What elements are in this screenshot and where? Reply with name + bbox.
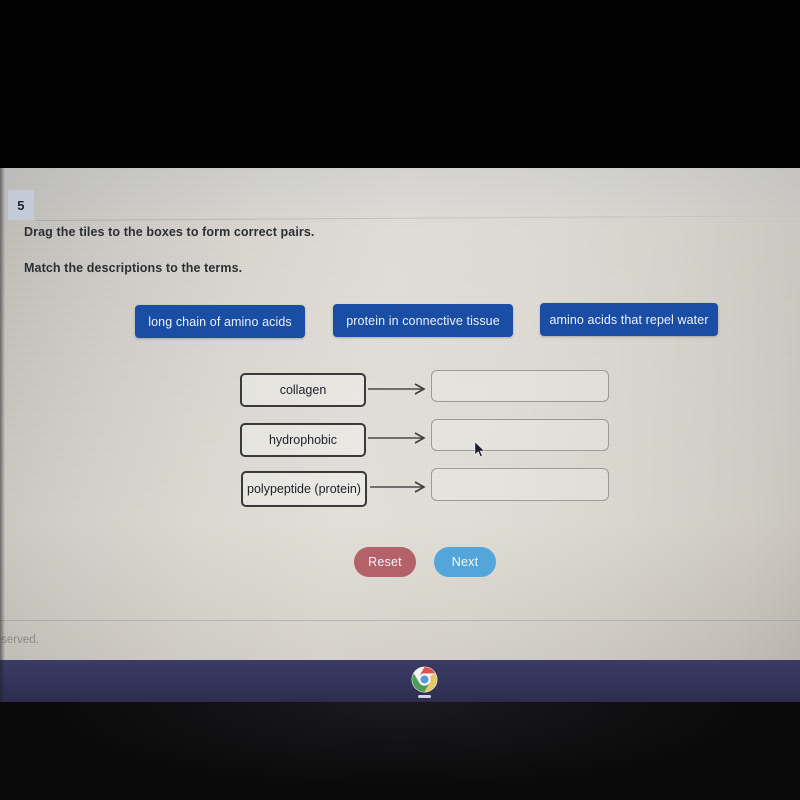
footer-divider (0, 620, 800, 621)
arrow-right-icon (370, 481, 432, 493)
reset-button[interactable]: Reset (354, 547, 416, 577)
photo-top-letterbox (0, 0, 800, 168)
instruction-match-descriptions: Match the descriptions to the terms. (24, 261, 243, 275)
mouse-cursor-icon (474, 441, 486, 459)
drop-zone-collagen[interactable] (431, 370, 609, 402)
chrome-running-indicator (418, 695, 431, 698)
term-box-collagen: collagen (240, 373, 366, 407)
question-number-badge: 5 (8, 190, 34, 220)
instruction-drag-tiles: Drag the tiles to the boxes to form corr… (24, 225, 315, 239)
drop-zone-hydrophobic[interactable] (431, 419, 609, 451)
laptop-screen: 5 Drag the tiles to the boxes to form co… (0, 168, 800, 660)
draggable-tile-2[interactable]: protein in connective tissue (333, 304, 513, 337)
chrome-icon[interactable] (411, 666, 438, 693)
quiz-page: 5 Drag the tiles to the boxes to form co… (0, 168, 800, 660)
drop-zone-polypeptide[interactable] (431, 468, 609, 501)
photo-bottom-letterbox (0, 702, 800, 800)
photograph-of-laptop-screen: 5 Drag the tiles to the boxes to form co… (0, 0, 800, 800)
draggable-tile-3[interactable]: amino acids that repel water (540, 303, 718, 336)
arrow-right-icon (368, 383, 430, 395)
term-box-hydrophobic: hydrophobic (240, 423, 366, 457)
draggable-tile-1[interactable]: long chain of amino acids (135, 305, 305, 338)
term-box-polypeptide: polypeptide (protein) (241, 471, 367, 507)
arrow-right-icon (368, 432, 430, 444)
next-button[interactable]: Next (434, 547, 496, 577)
os-taskbar (0, 660, 800, 702)
copyright-text: ghts reserved. (0, 634, 39, 646)
header-divider (35, 215, 800, 221)
